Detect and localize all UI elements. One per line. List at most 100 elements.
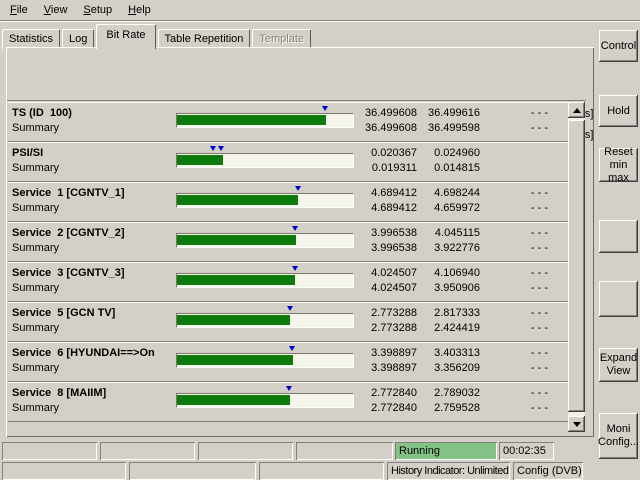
up-arrow-icon xyxy=(573,108,581,113)
bitrate-bar-trough xyxy=(176,353,354,368)
vertical-scrollbar[interactable] xyxy=(568,102,585,432)
absmax-marker-icon xyxy=(286,386,292,391)
value-limitmin: - - - xyxy=(488,122,548,134)
row-title: Service 6 [HYUNDAI==>On xyxy=(12,347,172,359)
value-absmin: 3.950906 xyxy=(420,282,480,294)
absmax-marker-icon xyxy=(289,346,295,351)
button-label: Config... xyxy=(598,436,639,449)
tab-template[interactable]: Template xyxy=(252,29,311,49)
bitrate-row[interactable]: Service 8 [MAIIM]Summary2.7728402.789032… xyxy=(8,382,568,422)
bitrate-row[interactable]: PSI/SI Summary 0.0203670.0249600.0193110.0… xyxy=(8,142,568,182)
value-max: 3.996538 xyxy=(357,227,417,239)
bitrate-bar-trough xyxy=(176,193,354,208)
menu-item-help[interactable]: Help xyxy=(120,2,159,18)
tab-log[interactable]: Log xyxy=(62,29,94,49)
value-absmin: 0.014815 xyxy=(420,162,480,174)
value-absmax: 4.698244 xyxy=(420,187,480,199)
value-max: 4.689412 xyxy=(357,187,417,199)
status2-panel-1 xyxy=(2,462,126,480)
value-min: 0.019311 xyxy=(357,162,417,174)
bitrate-bar-fill xyxy=(177,115,326,125)
row-title: Service 8 [MAIIM] xyxy=(12,387,172,399)
value-limitmax: - - - xyxy=(488,347,548,359)
bitrate-analyzer-window: FileViewSetupHelp StatisticsLogBit RateT… xyxy=(0,0,640,480)
status2-panel-3 xyxy=(259,462,384,480)
tab-statistics[interactable]: Statistics xyxy=(2,29,60,49)
value-absmax: 0.024960 xyxy=(420,147,480,159)
list-top-border xyxy=(7,100,586,101)
bitrate-row[interactable]: Service 3 [CGNTV_3]Summary4.0245074.1069… xyxy=(8,262,568,302)
value-min: 2.772840 xyxy=(357,402,417,414)
value-min: 4.689412 xyxy=(357,202,417,214)
button-label: Expand xyxy=(600,352,637,365)
value-min: 2.773288 xyxy=(357,322,417,334)
bitrate-row[interactable]: Service 6 [HYUNDAI==>OnSummary3.3988973.… xyxy=(8,342,568,382)
bitrate-row[interactable]: Service 2 [CGNTV_2]Summary3.9965384.0451… xyxy=(8,222,568,262)
value-max: 0.020367 xyxy=(357,147,417,159)
tab-bit-rate[interactable]: Bit Rate xyxy=(96,24,155,49)
bitrate-bar-fill xyxy=(177,235,296,245)
absmax-marker-icon xyxy=(287,306,293,311)
value-limitmin: - - - xyxy=(488,322,548,334)
value-max: 36.499608 xyxy=(357,107,417,119)
value-limitmin: - - - xyxy=(488,242,548,254)
value-limitmax: - - - xyxy=(488,187,548,199)
bitrate-bar-trough xyxy=(176,273,354,288)
bitrate-bar-fill xyxy=(177,275,295,285)
bitrate-row[interactable]: TS (ID 100) Summary 36.49960836.499616 - - … xyxy=(8,102,568,142)
bitrate-bar-trough xyxy=(176,113,354,128)
blank-button[interactable] xyxy=(599,220,638,253)
menu-item-setup[interactable]: Setup xyxy=(75,2,120,18)
menu-bar: FileViewSetupHelp xyxy=(0,0,640,21)
tab-table-repetition[interactable]: Table Repetition xyxy=(158,29,251,49)
scroll-down-button[interactable] xyxy=(568,416,585,432)
bitrate-row[interactable]: Service 1 [CGNTV_1]Summary4.6894124.6982… xyxy=(8,182,568,222)
row-subtitle: Summary xyxy=(12,322,59,334)
bitrate-bar-fill xyxy=(177,315,290,325)
button-label: Hold xyxy=(607,105,630,118)
blank-button[interactable] xyxy=(599,281,638,317)
value-limitmin: - - - xyxy=(488,402,548,414)
row-subtitle: Summary xyxy=(12,282,59,294)
bitrate-bar-trough xyxy=(176,313,354,328)
row-subtitle: Summary xyxy=(12,242,59,254)
value-absmin: 3.922776 xyxy=(420,242,480,254)
moni-config-button[interactable]: MoniConfig... xyxy=(599,413,638,459)
bitrate-bar-fill xyxy=(177,195,298,205)
bitrate-bar-trough xyxy=(176,393,354,408)
expand-view-button[interactable]: ExpandView xyxy=(599,348,638,382)
value-max: 4.024507 xyxy=(357,267,417,279)
row-title: PSI/SI xyxy=(12,147,172,159)
row-title: TS (ID 100) xyxy=(12,107,172,119)
value-limitmax: - - - xyxy=(488,107,548,119)
config-indicator: Config (DVB) xyxy=(513,462,583,480)
button-label: Moni xyxy=(607,423,631,436)
tab-strip: StatisticsLogBit RateTable RepetitionTem… xyxy=(2,24,313,49)
control-button[interactable]: Control xyxy=(599,30,638,62)
absmax-marker-icon xyxy=(292,226,298,231)
value-limitmin: - - - xyxy=(488,202,548,214)
row-title: Service 2 [CGNTV_2] xyxy=(12,227,172,239)
row-subtitle: Summary xyxy=(12,362,59,374)
scrollbar-thumb[interactable] xyxy=(568,120,585,412)
value-absmin: 4.659972 xyxy=(420,202,480,214)
button-label: min max xyxy=(599,159,638,185)
absmax-marker-icon xyxy=(295,186,301,191)
menu-item-view[interactable]: View xyxy=(36,2,76,18)
row-subtitle: Summary xyxy=(12,402,59,414)
row-subtitle: Summary xyxy=(12,202,59,214)
value-absmax: 36.499616 xyxy=(420,107,480,119)
scroll-up-button[interactable] xyxy=(568,102,585,118)
row-subtitle: Summary xyxy=(12,122,59,134)
value-limitmax: - - - xyxy=(488,307,548,319)
value-absmin: 2.424419 xyxy=(420,322,480,334)
menu-item-file[interactable]: File xyxy=(2,2,36,18)
button-label: Reset xyxy=(604,146,633,159)
hold-button[interactable]: Hold xyxy=(599,95,638,127)
value-limitmin: - - - xyxy=(488,282,548,294)
bitrate-row[interactable]: Service 5 [GCN TV]Summary2.7732882.81733… xyxy=(8,302,568,342)
reset-min-max-button[interactable]: Resetmin max xyxy=(599,148,638,182)
bitrate-bar-trough xyxy=(176,233,354,248)
value-absmax: 2.817333 xyxy=(420,307,480,319)
row-subtitle: Summary xyxy=(12,162,59,174)
